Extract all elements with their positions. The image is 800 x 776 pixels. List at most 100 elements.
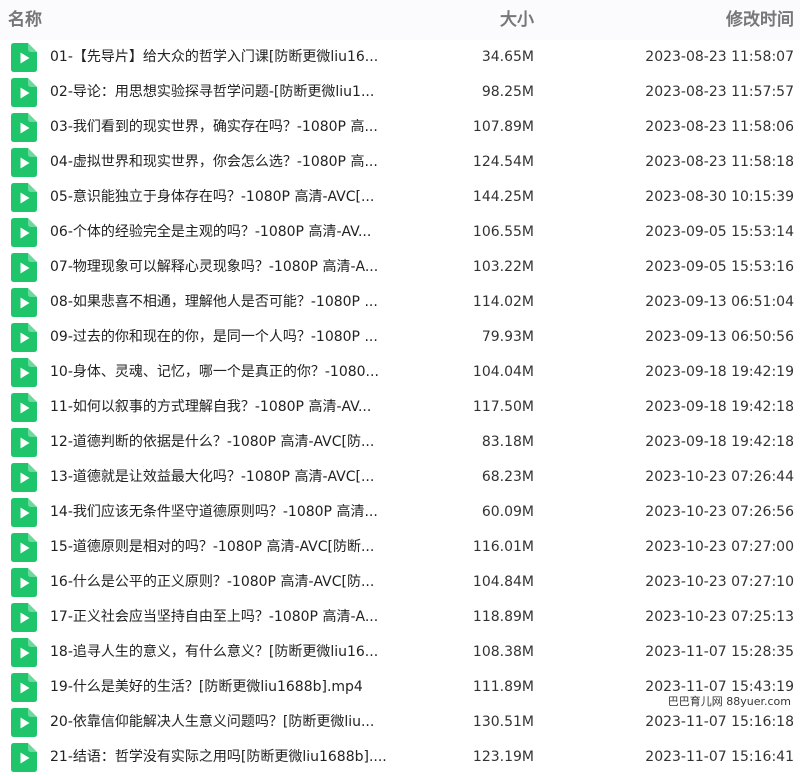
file-name[interactable]: 06-个体的经验完全是主观的吗？-1080P 高清-AV... (50, 215, 410, 250)
video-file-play-icon (11, 393, 37, 422)
video-file-play-icon (11, 708, 37, 737)
file-name[interactable]: 03-我们看到的现实世界，确实存在吗？-1080P 高... (50, 110, 410, 145)
watermark: 巴巴育儿网 88yuer.com (664, 694, 794, 710)
file-row[interactable]: 05-意识能独立于身体存在吗？-1080P 高清-AVC[... 144.25M… (0, 180, 800, 215)
file-row[interactable]: 18-追寻人生的意义，有什么意义？[防断更微liu16... 108.38M 2… (0, 635, 800, 670)
file-modified-time: 2023-10-23 07:27:00 (645, 539, 794, 555)
file-modified-time: 2023-10-23 07:27:10 (645, 574, 794, 590)
file-name[interactable]: 21-结语：哲学没有实际之用吗[防断更微liu1688b].... (50, 740, 410, 775)
file-row[interactable]: 14-我们应该无条件坚守道德原则吗？-1080P 高清... 60.09M 20… (0, 495, 800, 530)
column-header-date[interactable]: 修改时间 (726, 8, 794, 32)
file-size: 116.01M (472, 539, 534, 555)
file-row[interactable]: 11-如何以叙事的方式理解自我？-1080P 高清-AV... 117.50M … (0, 390, 800, 425)
file-name[interactable]: 09-过去的你和现在的你，是同一个人吗？-1080P ... (50, 320, 410, 355)
file-size: 118.89M (472, 609, 534, 625)
file-modified-time: 2023-09-18 19:42:18 (645, 434, 794, 450)
file-size: 60.09M (481, 504, 534, 520)
file-name[interactable]: 14-我们应该无条件坚守道德原则吗？-1080P 高清... (50, 495, 410, 530)
file-modified-time: 2023-09-13 06:50:56 (645, 329, 794, 345)
file-row[interactable]: 21-结语：哲学没有实际之用吗[防断更微liu1688b].... 123.19… (0, 740, 800, 775)
file-modified-time: 2023-10-23 07:25:13 (645, 609, 794, 625)
file-modified-time: 2023-09-13 06:51:04 (645, 294, 794, 310)
file-row[interactable]: 04-虚拟世界和现实世界，你会怎么选？-1080P 高... 124.54M 2… (0, 145, 800, 180)
file-row[interactable]: 20-依靠信仰能解决人生意义问题吗？[防断更微liu... 130.51M 20… (0, 705, 800, 740)
file-name[interactable]: 11-如何以叙事的方式理解自我？-1080P 高清-AV... (50, 390, 410, 425)
file-name[interactable]: 20-依靠信仰能解决人生意义问题吗？[防断更微liu... (50, 705, 410, 740)
file-size: 106.55M (472, 224, 534, 240)
video-file-play-icon (11, 428, 37, 457)
file-row[interactable]: 09-过去的你和现在的你，是同一个人吗？-1080P ... 79.93M 20… (0, 320, 800, 355)
list-header: 名称 大小 修改时间 (0, 0, 800, 40)
file-row[interactable]: 10-身体、灵魂、记忆，哪一个是真正的你？-1080... 104.04M 20… (0, 355, 800, 390)
file-size: 104.84M (472, 574, 534, 590)
file-name[interactable]: 12-道德判断的依据是什么？-1080P 高清-AVC[防... (50, 425, 410, 460)
file-row[interactable]: 13-道德就是让效益最大化吗？-1080P 高清-AVC[... 68.23M … (0, 460, 800, 495)
file-modified-time: 2023-09-05 15:53:16 (645, 259, 794, 275)
video-file-play-icon (11, 358, 37, 387)
file-row[interactable]: 15-道德原则是相对的吗？-1080P 高清-AVC[防断... 116.01M… (0, 530, 800, 565)
file-modified-time: 2023-08-30 10:15:39 (645, 189, 794, 205)
file-modified-time: 2023-11-07 15:16:41 (645, 749, 794, 765)
file-row[interactable]: 07-物理现象可以解释心灵现象吗？-1080P 高清-A... 103.22M … (0, 250, 800, 285)
file-size: 130.51M (472, 714, 534, 730)
file-size: 107.89M (472, 119, 534, 135)
file-size: 144.25M (472, 189, 534, 205)
file-name[interactable]: 17-正义社会应当坚持自由至上吗？-1080P 高清-A... (50, 600, 410, 635)
video-file-play-icon (11, 673, 37, 702)
file-modified-time: 2023-11-07 15:16:18 (645, 714, 794, 730)
file-name[interactable]: 02-导论：用思想实验探寻哲学问题-[防断更微liu1... (50, 75, 410, 110)
file-modified-time: 2023-10-23 07:26:56 (645, 504, 794, 520)
video-file-play-icon (11, 638, 37, 667)
file-size: 34.65M (481, 49, 534, 65)
file-modified-time: 2023-08-23 11:58:18 (645, 154, 794, 170)
file-modified-time: 2023-09-18 19:42:19 (645, 364, 794, 380)
file-row[interactable]: 12-道德判断的依据是什么？-1080P 高清-AVC[防... 83.18M … (0, 425, 800, 460)
file-size: 111.89M (472, 679, 534, 695)
file-row[interactable]: 16-什么是公平的正义原则？-1080P 高清-AVC[防... 104.84M… (0, 565, 800, 600)
video-file-play-icon (11, 218, 37, 247)
video-file-play-icon (11, 743, 37, 772)
video-file-play-icon (11, 323, 37, 352)
video-file-play-icon (11, 288, 37, 317)
file-row[interactable]: 01-【先导片】给大众的哲学入门课[防断更微liu16... 34.65M 20… (0, 40, 800, 75)
video-file-play-icon (11, 603, 37, 632)
file-row[interactable]: 08-如果悲喜不相通，理解他人是否可能？-1080P ... 114.02M 2… (0, 285, 800, 320)
file-size: 124.54M (472, 154, 534, 170)
file-name[interactable]: 15-道德原则是相对的吗？-1080P 高清-AVC[防断... (50, 530, 410, 565)
video-file-play-icon (11, 78, 37, 107)
video-file-play-icon (11, 533, 37, 562)
file-row[interactable]: 03-我们看到的现实世界，确实存在吗？-1080P 高... 107.89M 2… (0, 110, 800, 145)
file-modified-time: 2023-08-23 11:57:57 (645, 84, 794, 100)
file-size: 79.93M (481, 329, 534, 345)
video-file-play-icon (11, 113, 37, 142)
file-size: 103.22M (472, 259, 534, 275)
video-file-play-icon (11, 148, 37, 177)
file-name[interactable]: 18-追寻人生的意义，有什么意义？[防断更微liu16... (50, 635, 410, 670)
file-modified-time: 2023-09-18 19:42:18 (645, 399, 794, 415)
file-size: 83.18M (481, 434, 534, 450)
file-name[interactable]: 07-物理现象可以解释心灵现象吗？-1080P 高清-A... (50, 250, 410, 285)
file-modified-time: 2023-08-23 11:58:06 (645, 119, 794, 135)
file-name[interactable]: 13-道德就是让效益最大化吗？-1080P 高清-AVC[... (50, 460, 410, 495)
file-name[interactable]: 10-身体、灵魂、记忆，哪一个是真正的你？-1080... (50, 355, 410, 390)
column-header-name[interactable]: 名称 (8, 8, 42, 32)
column-header-size[interactable]: 大小 (500, 8, 534, 32)
file-row[interactable]: 06-个体的经验完全是主观的吗？-1080P 高清-AV... 106.55M … (0, 215, 800, 250)
file-size: 68.23M (481, 469, 534, 485)
video-file-play-icon (11, 568, 37, 597)
file-list: 名称 大小 修改时间 01-【先导片】给大众的哲学入门课[防断更微liu16..… (0, 0, 800, 776)
video-file-play-icon (11, 253, 37, 282)
file-name[interactable]: 19-什么是美好的生活？[防断更微liu1688b].mp4 (50, 670, 410, 705)
file-size: 117.50M (472, 399, 534, 415)
file-size: 98.25M (481, 84, 534, 100)
file-row[interactable]: 02-导论：用思想实验探寻哲学问题-[防断更微liu1... 98.25M 20… (0, 75, 800, 110)
file-name[interactable]: 16-什么是公平的正义原则？-1080P 高清-AVC[防... (50, 565, 410, 600)
file-name[interactable]: 04-虚拟世界和现实世界，你会怎么选？-1080P 高... (50, 145, 410, 180)
file-size: 114.02M (472, 294, 534, 310)
file-modified-time: 2023-10-23 07:26:44 (645, 469, 794, 485)
file-row[interactable]: 17-正义社会应当坚持自由至上吗？-1080P 高清-A... 118.89M … (0, 600, 800, 635)
file-name[interactable]: 01-【先导片】给大众的哲学入门课[防断更微liu16... (50, 40, 410, 75)
file-name[interactable]: 08-如果悲喜不相通，理解他人是否可能？-1080P ... (50, 285, 410, 320)
video-file-play-icon (11, 463, 37, 492)
file-name[interactable]: 05-意识能独立于身体存在吗？-1080P 高清-AVC[... (50, 180, 410, 215)
